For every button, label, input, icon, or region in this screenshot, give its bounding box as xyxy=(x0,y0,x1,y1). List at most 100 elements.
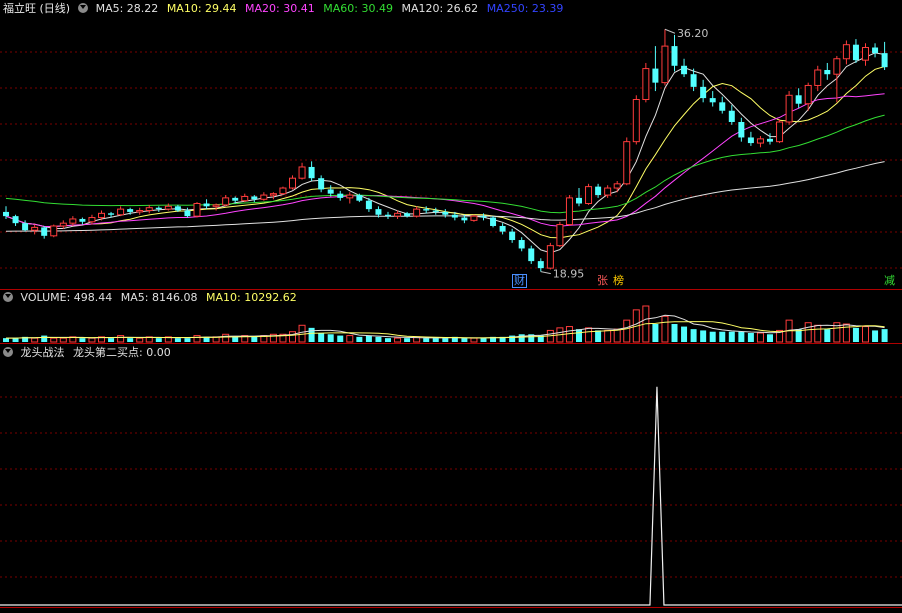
panel-separator-indicator xyxy=(0,343,902,344)
candle-body xyxy=(776,121,784,143)
volume-bar-11 xyxy=(108,338,115,342)
price-grid xyxy=(0,51,902,578)
volume-bar-13 xyxy=(127,338,134,342)
volume-ma10-label: MA10: 10292.62 xyxy=(205,291,297,304)
candle-body xyxy=(528,248,535,262)
stock-title[interactable]: 福立旺 (日线) xyxy=(3,2,70,15)
chevron-down-icon[interactable] xyxy=(3,292,13,302)
ma10-label: MA10: 29.44 xyxy=(166,2,237,15)
candle-body xyxy=(623,141,631,185)
candle-body xyxy=(155,207,162,210)
candle-body xyxy=(546,245,554,269)
candle-5 xyxy=(50,224,58,238)
candle-body xyxy=(22,223,29,231)
candle-body xyxy=(490,217,497,226)
indicator-legend: 龙头战法 龙头第二买点: 0.00 xyxy=(0,345,176,361)
candle-body xyxy=(12,216,19,224)
candle-body xyxy=(499,225,506,232)
candle-69 xyxy=(661,29,669,86)
volume-bar-1 xyxy=(12,338,19,342)
candle-82 xyxy=(785,91,793,125)
volume-bar-48 xyxy=(461,338,468,342)
candle-23 xyxy=(222,195,230,207)
candle-body xyxy=(804,84,812,105)
candle-70 xyxy=(671,34,678,72)
volume-bar-75 xyxy=(719,331,726,342)
volume-bar-61 xyxy=(585,327,593,343)
candle-90 xyxy=(862,43,869,66)
volume-bar-84 xyxy=(804,322,812,343)
candle-body xyxy=(719,102,726,111)
volume-bar-44 xyxy=(423,338,430,342)
candle-body xyxy=(509,231,516,241)
volume-bar-91 xyxy=(872,330,879,342)
candle-29 xyxy=(279,186,287,196)
candle-body xyxy=(289,177,296,189)
candle-9 xyxy=(88,214,96,225)
candle-15 xyxy=(145,204,153,214)
volume-bar-16 xyxy=(155,338,162,342)
volume-bar-60 xyxy=(576,329,582,342)
candle-43 xyxy=(413,206,421,218)
candle-body xyxy=(346,194,354,199)
volume-bar-14 xyxy=(136,337,144,343)
candle-57 xyxy=(546,242,554,270)
event-marker-finance[interactable]: 财 xyxy=(512,274,527,288)
candle-89 xyxy=(852,39,859,63)
candle-body xyxy=(518,240,525,249)
volume-bar-46 xyxy=(442,338,449,342)
chevron-down-icon[interactable] xyxy=(3,347,13,357)
candle-30 xyxy=(289,175,296,190)
candle-78 xyxy=(747,131,754,146)
candle-60 xyxy=(576,188,582,207)
volume-bar-69 xyxy=(661,315,669,343)
candle-body xyxy=(613,183,621,189)
candle-body xyxy=(585,186,593,204)
candle-67 xyxy=(642,62,650,103)
volume-bar-30 xyxy=(289,331,296,343)
candle-14 xyxy=(136,207,144,215)
volume-bar-70 xyxy=(671,324,678,342)
volume-label: VOLUME: 498.44 xyxy=(20,291,113,304)
candle-body xyxy=(642,68,650,101)
volume-bar-4 xyxy=(41,335,48,342)
chevron-down-icon[interactable] xyxy=(78,3,89,13)
candle-76 xyxy=(728,105,735,125)
event-marker-limit-up[interactable]: 张 xyxy=(597,274,608,288)
candle-51 xyxy=(490,216,497,228)
volume-bar-38 xyxy=(365,335,372,342)
candle-body xyxy=(3,211,9,217)
candle-body xyxy=(681,65,688,75)
candle-body xyxy=(824,69,831,75)
candle-body xyxy=(423,209,430,211)
candle-body xyxy=(145,207,153,212)
volume-bar-45 xyxy=(432,338,439,342)
high-price-label: 36.20 xyxy=(677,27,709,40)
volume-bar-62 xyxy=(595,330,602,342)
event-marker-reduce[interactable]: 减 xyxy=(884,274,895,288)
volume-bar-0 xyxy=(3,338,9,342)
candle-86 xyxy=(824,62,831,80)
high-pointer xyxy=(664,28,676,34)
volume-bar-24 xyxy=(232,336,239,342)
candle-21 xyxy=(203,199,210,210)
volume-bar-41 xyxy=(394,337,402,343)
candle-body xyxy=(728,110,735,122)
candle-body xyxy=(872,47,879,54)
volume-bar-73 xyxy=(700,330,707,342)
candle-body xyxy=(79,218,86,222)
volume-bar-8 xyxy=(79,338,86,342)
volume-bar-71 xyxy=(681,326,688,342)
low-price-label: 18.95 xyxy=(553,268,585,281)
event-marker-top-list[interactable]: 榜 xyxy=(613,274,624,288)
volume-bar-68 xyxy=(652,324,659,342)
volume-bar-78 xyxy=(747,333,754,342)
ma120-label: MA120: 26.62 xyxy=(401,2,479,15)
candle-12 xyxy=(117,206,125,217)
candle-58 xyxy=(556,221,564,248)
indicator-name[interactable]: 龙头战法 xyxy=(21,346,65,359)
indicator-line xyxy=(0,386,902,606)
indicator-series-label: 龙头第二买点: 0.00 xyxy=(73,346,171,359)
candle-body xyxy=(298,166,306,179)
candle-body xyxy=(747,137,754,144)
